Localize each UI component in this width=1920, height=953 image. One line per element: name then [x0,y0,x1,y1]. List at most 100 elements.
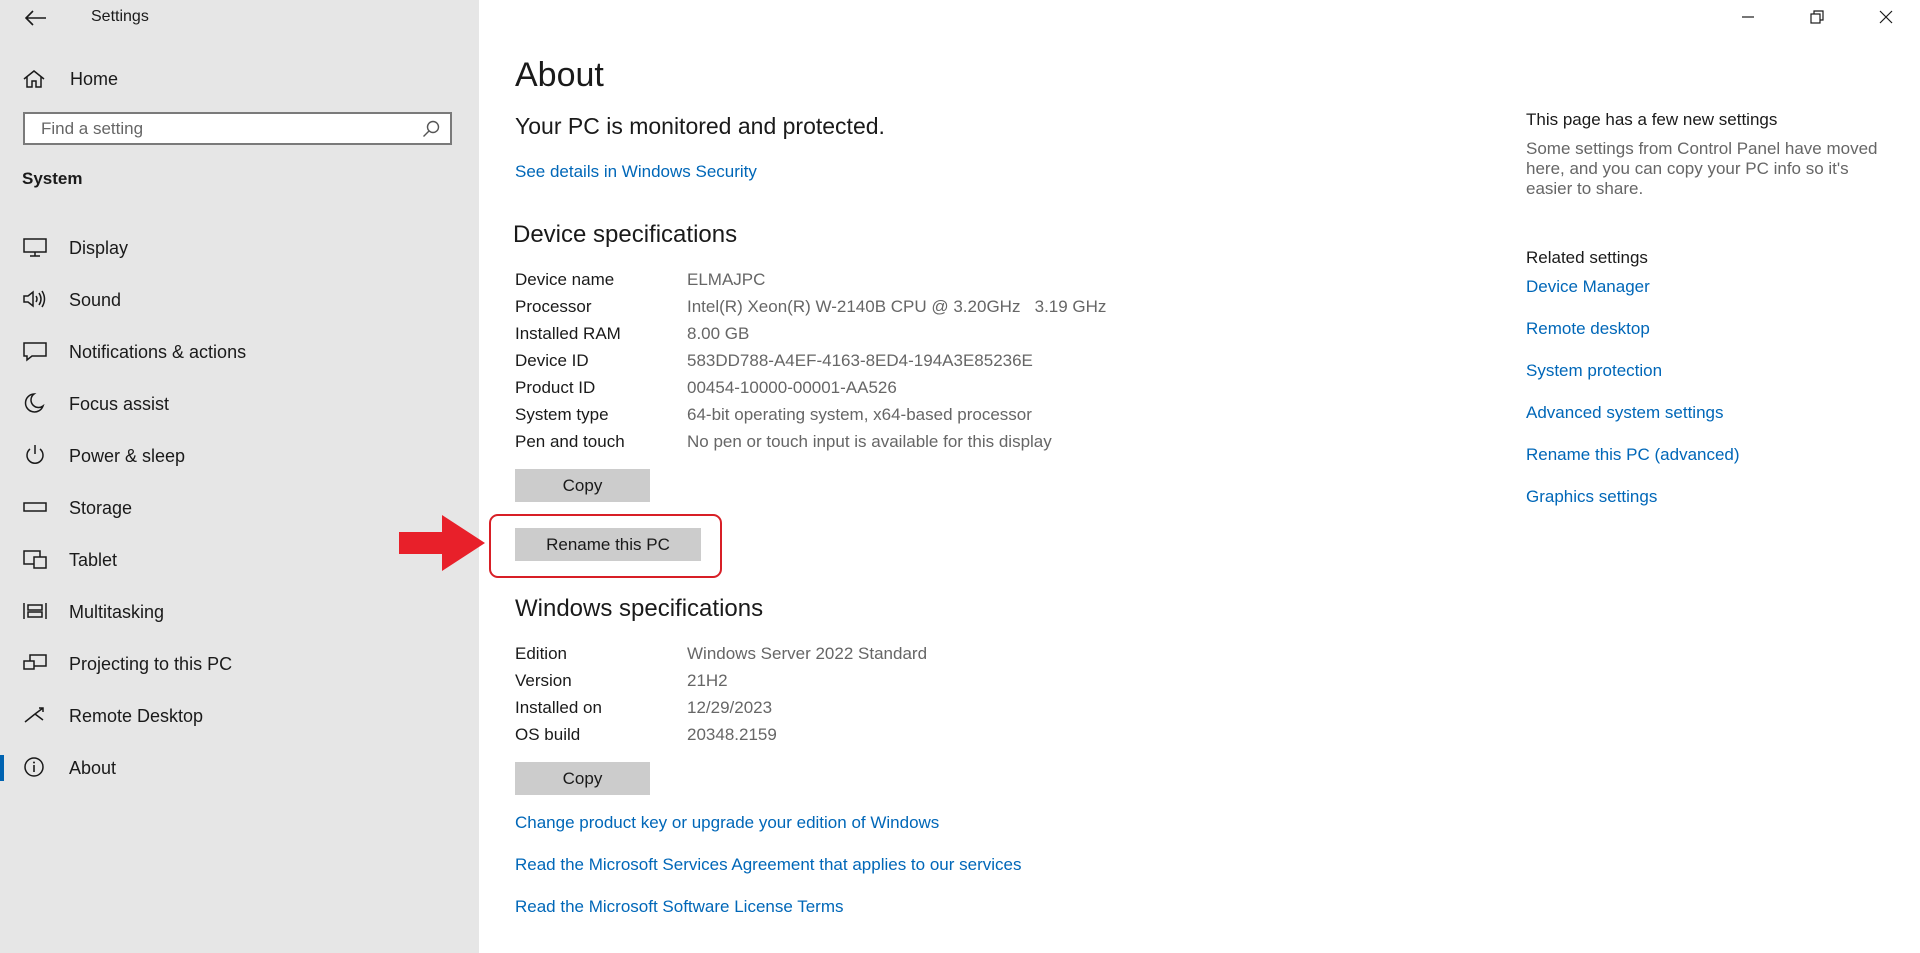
back-arrow-icon [25,10,46,26]
sidebar-item-projecting[interactable]: Projecting to this PC [0,638,479,690]
home-icon [23,70,45,88]
spec-key: Version [515,671,572,690]
notifications-icon [23,342,47,362]
system-protection-link[interactable]: System protection [1526,361,1886,403]
spec-row-product-id: Product ID 00454-10000-00001-AA526 [515,378,1106,405]
spec-value: ELMAJPC [687,270,766,289]
sidebar-item-label: Remote Desktop [69,705,204,726]
spec-key: OS build [515,725,581,744]
spec-key: Edition [515,644,567,663]
related-settings-links: Device Manager Remote desktop System pro… [1526,277,1886,529]
sidebar-item-label: Sound [69,289,122,310]
sidebar-item-multitasking[interactable]: Multitasking [0,586,479,638]
sidebar-item-label: Multitasking [69,601,165,622]
protection-status: Your PC is monitored and protected. [515,113,885,139]
restore-icon [1809,10,1824,24]
spec-row-version: Version 21H2 [515,671,927,698]
windows-security-link[interactable]: See details in Windows Security [515,162,757,182]
sound-icon [23,290,46,308]
sidebar-item-label: Notifications & actions [69,341,247,362]
spec-value: 21H2 [687,671,728,690]
minimize-button[interactable] [1713,0,1782,34]
info-icon [24,757,44,777]
device-manager-link[interactable]: Device Manager [1526,277,1886,319]
spec-value: 00454-10000-00001-AA526 [687,378,897,397]
rename-pc-button[interactable]: Rename this PC [515,528,701,561]
nav-home[interactable]: Home [0,61,479,97]
spec-row-device-id: Device ID 583DD788-A4EF-4163-8ED4-194A3E8… [515,351,1106,378]
minimize-icon [1741,16,1754,18]
focus-assist-icon [24,393,45,413]
bottom-links: Change product key or upgrade your editi… [515,813,1021,939]
remote-desktop-icon [24,707,44,723]
advanced-system-settings-link[interactable]: Advanced system settings [1526,403,1886,445]
sidebar-item-label: About [69,757,117,778]
search-box [23,112,452,145]
search-icon[interactable] [422,120,440,138]
windows-specs-table: Edition Windows Server 2022 Standard Vers… [515,644,927,752]
spec-key: Processor [515,297,592,316]
spec-key: Device ID [515,351,589,370]
sidebar-item-focus-assist[interactable]: Focus assist [0,378,479,430]
spec-value: Intel(R) Xeon(R) W-2140B CPU @ 3.20GHz 3… [687,297,1107,316]
related-settings-title: Related settings [1526,248,1648,267]
window-controls [1713,0,1920,34]
spec-key: Installed on [515,698,602,717]
red-arrow-annotation [399,515,485,571]
sidebar-item-label: Display [69,237,129,258]
sidebar-item-about[interactable]: About [0,742,479,794]
sidebar-item-remote-desktop[interactable]: Remote Desktop [0,690,479,742]
device-specs-table: Device name ELMAJPC Processor Intel(R) Xeo… [515,270,1106,459]
spec-key: Device name [515,270,615,289]
sidebar-item-label: Projecting to this PC [69,653,233,674]
right-panel: This page has a few new settings Some se… [1526,110,1886,529]
spec-row-pen-touch: Pen and touch No pen or touch input is av… [515,432,1106,459]
power-icon [26,445,44,464]
sidebar: Settings Home System Display Sound [0,0,479,953]
sidebar-item-notifications[interactable]: Notifications & actions [0,326,479,378]
spec-value: 8.00 GB [687,324,750,343]
window-title: Settings [91,8,149,25]
back-button[interactable] [20,6,52,30]
spec-row-installed-on: Installed on 12/29/2023 [515,698,927,725]
spec-row-device-name: Device name ELMAJPC [515,270,1106,297]
sidebar-item-display[interactable]: Display [0,222,479,274]
sidebar-item-label: Power & sleep [69,445,186,466]
sidebar-item-sound[interactable]: Sound [0,274,479,326]
sidebar-item-label: Tablet [69,549,118,570]
spec-value: Windows Server 2022 Standard [687,644,928,663]
new-settings-notice-desc: Some settings from Control Panel have mo… [1526,139,1878,198]
spec-row-installed-ram: Installed RAM 8.00 GB [515,324,1106,351]
page-title: About [515,56,604,94]
copy-device-specs-button[interactable]: Copy [515,469,650,502]
license-terms-link[interactable]: Read the Microsoft Software License Term… [515,897,1021,939]
spec-value: 20348.2159 [687,725,777,744]
copy-windows-specs-button[interactable]: Copy [515,762,650,795]
device-specs-heading: Device specifications [513,221,738,248]
nav-list: Display Sound Notifications & actions Fo… [0,222,479,794]
close-icon [1879,10,1892,24]
graphics-settings-link[interactable]: Graphics settings [1526,487,1886,529]
services-agreement-link[interactable]: Read the Microsoft Services Agreement th… [515,855,1021,897]
spec-key: Pen and touch [515,432,625,451]
spec-key: System type [515,405,609,424]
search-input[interactable] [25,114,421,143]
multitasking-icon [23,603,47,619]
sidebar-item-label: Storage [69,497,133,518]
rename-pc-advanced-link[interactable]: Rename this PC (advanced) [1526,445,1886,487]
restore-button[interactable] [1782,0,1851,34]
remote-desktop-link[interactable]: Remote desktop [1526,319,1886,361]
nav-home-label: Home [70,68,119,89]
storage-icon [23,502,47,512]
sidebar-item-power-sleep[interactable]: Power & sleep [0,430,479,482]
spec-value: 12/29/2023 [687,698,773,717]
spec-value: 64-bit operating system, x64-based proce… [687,405,1032,424]
display-icon [23,238,47,257]
projecting-icon [23,654,47,670]
change-product-key-link[interactable]: Change product key or upgrade your editi… [515,813,1021,855]
windows-specs-heading: Windows specifications [515,595,764,622]
close-button[interactable] [1851,0,1920,34]
spec-key: Installed RAM [515,324,621,343]
spec-row-os-build: OS build 20348.2159 [515,725,927,752]
spec-row-system-type: System type 64-bit operating system, x64-… [515,405,1106,432]
